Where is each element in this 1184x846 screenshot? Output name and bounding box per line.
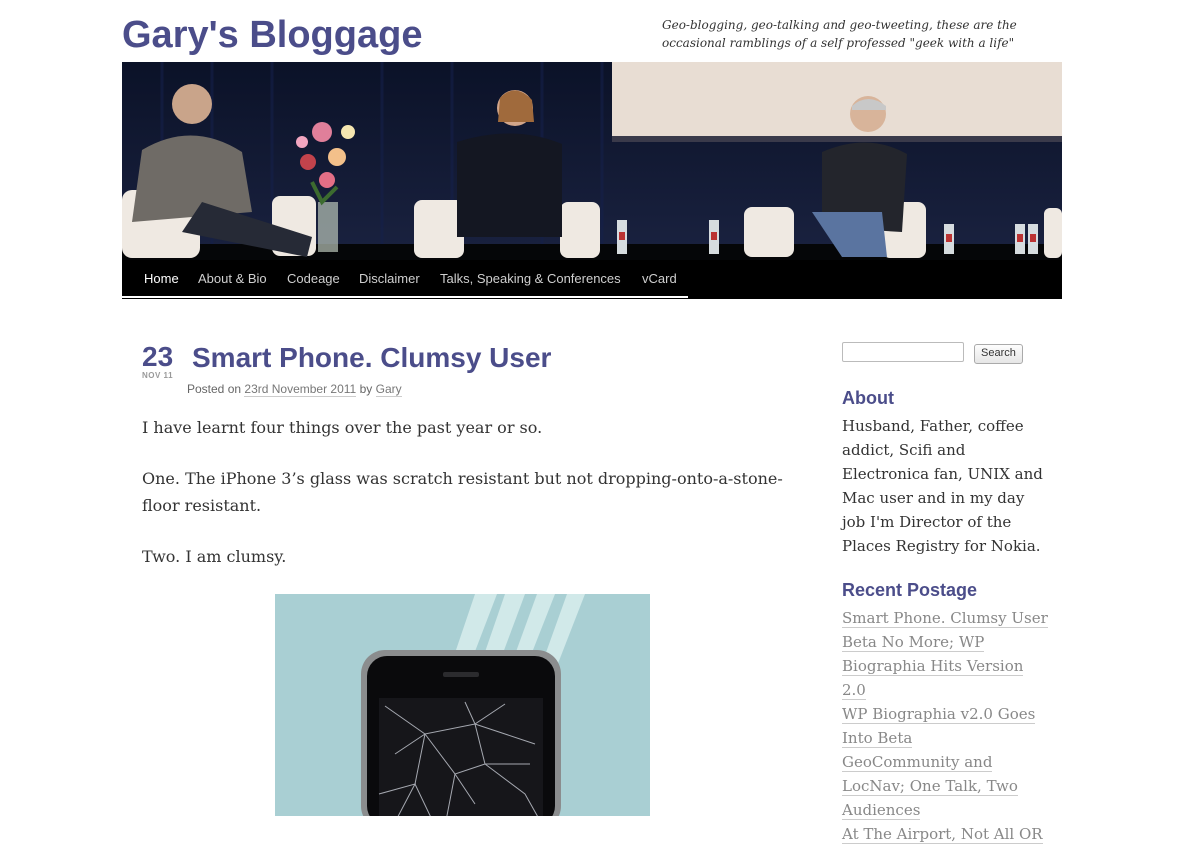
recent-post-item: At The Airport, Not All OR <box>842 822 1052 846</box>
recent-post-item: Beta No More; WP Biographia Hits Version… <box>842 630 1052 702</box>
header-banner-image <box>122 62 1062 260</box>
post-author-link[interactable]: Gary <box>375 382 402 397</box>
about-text: Husband, Father, coffee addict, Scifi an… <box>842 417 1043 555</box>
cracked-phone-image[interactable] <box>275 594 650 816</box>
post-date-link[interactable]: 23rd November 2011 <box>244 382 357 397</box>
recent-post-link[interactable]: At The Airport, Not All OR <box>842 825 1043 844</box>
post-date-day: 23 <box>142 341 174 372</box>
nav-underline <box>122 296 688 298</box>
post-paragraph: Two. I am clumsy. <box>142 547 287 566</box>
recent-post-link[interactable]: Smart Phone. Clumsy User <box>842 609 1048 628</box>
site-tagline: Geo-blogging, geo-talking and geo-tweeti… <box>662 18 1017 50</box>
post-meta: Posted on 23rd November 2011 by Gary <box>187 382 402 397</box>
recent-posts-list: Smart Phone. Clumsy User Beta No More; W… <box>842 606 1052 846</box>
recent-post-item: GeoCommunity and LocNav; One Talk, Two A… <box>842 750 1052 822</box>
post-paragraph: One. The iPhone 3’s glass was scratch re… <box>142 469 783 515</box>
about-widget-title: About <box>842 388 894 408</box>
nav-item-talks-speaking-conferences[interactable]: Talks, Speaking & Conferences <box>440 260 621 299</box>
nav-item-codeage[interactable]: Codeage <box>287 260 340 299</box>
nav-item-home[interactable]: Home <box>144 260 179 299</box>
post-meta-by: by <box>359 382 373 396</box>
search-input[interactable] <box>842 342 964 362</box>
recent-post-link[interactable]: Beta No More; WP Biographia Hits Version… <box>842 633 1024 700</box>
post-title[interactable]: Smart Phone. Clumsy User <box>192 342 551 374</box>
recent-post-link[interactable]: GeoCommunity and LocNav; One Talk, Two A… <box>842 753 1018 820</box>
recent-postage-title: Recent Postage <box>842 580 978 600</box>
post-meta-posted-on: Posted on <box>187 382 242 396</box>
nav-item-disclaimer[interactable]: Disclaimer <box>359 260 420 299</box>
site-title[interactable]: Gary's Bloggage <box>122 12 422 58</box>
nav-item-vcard[interactable]: vCard <box>642 260 677 299</box>
recent-post-link[interactable]: WP Biographia v2.0 Goes Into Beta <box>842 705 1036 748</box>
post-date-month-year: NOV 11 <box>142 371 174 380</box>
search-button[interactable]: Search <box>974 344 1023 364</box>
main-nav: Home About & Bio Codeage Disclaimer Talk… <box>122 260 1062 299</box>
post-paragraph: I have learnt four things over the past … <box>142 418 543 437</box>
recent-post-item: Smart Phone. Clumsy User <box>842 606 1052 630</box>
nav-item-about-bio[interactable]: About & Bio <box>198 260 267 299</box>
recent-post-item: WP Biographia v2.0 Goes Into Beta <box>842 702 1052 750</box>
